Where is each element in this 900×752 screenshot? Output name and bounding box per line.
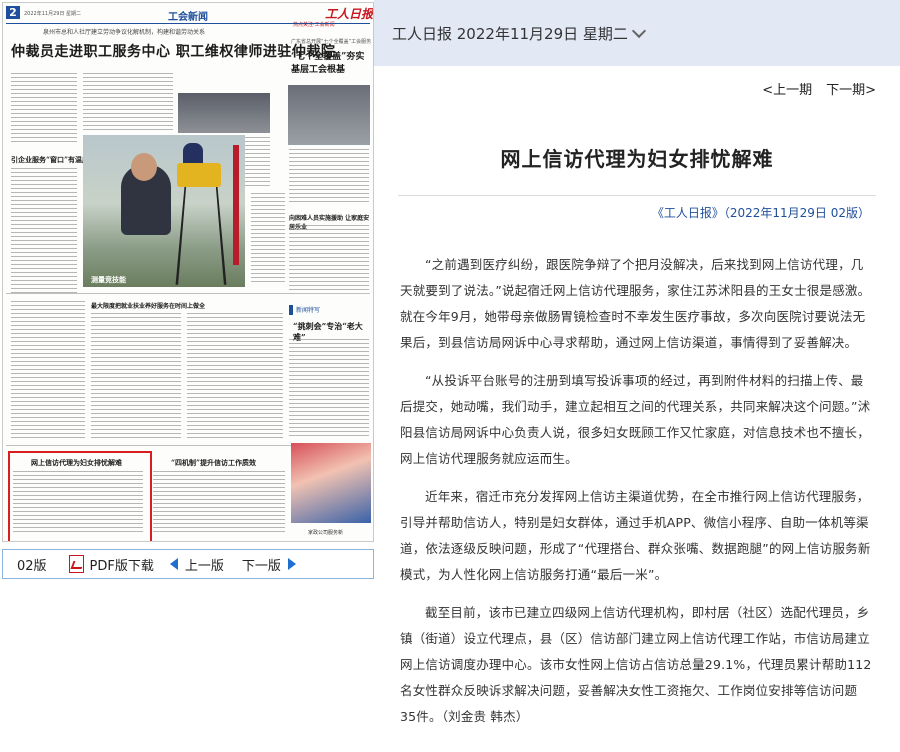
issue-navigation: <上一期 下一期> (762, 79, 876, 98)
page-navigation-bar: 02版 PDF版下载 上一版 下一版 (2, 549, 374, 579)
inline-photo (178, 93, 270, 133)
text-column (91, 313, 181, 441)
text-column (187, 313, 283, 441)
story-headline[interactable]: 最大限度把就业扶业养好服务在时间上做全 (91, 301, 205, 310)
divider (6, 293, 370, 294)
text-column (13, 471, 143, 535)
page-top-rule (6, 23, 370, 24)
prev-issue-link[interactable]: <上一期 (762, 83, 812, 98)
issue-label: 工人日报 2022年11月29日 星期二 (392, 25, 628, 43)
photo-red-post (233, 145, 239, 265)
article-panel: 工人日报 2022年11月29日 星期二 <上一期 下一期> 网上信访代理为妇女排… (374, 0, 900, 752)
text-column (153, 471, 285, 535)
story-headline[interactable]: 引企业服务“窗口”有温度 (11, 155, 89, 165)
next-page-link[interactable]: 下一版 (242, 555, 296, 574)
pdf-download-label: PDF版下载 (89, 558, 154, 574)
title-divider (398, 195, 876, 196)
text-column (11, 168, 77, 293)
newspaper-logo: 工人日报 (325, 7, 374, 21)
side-photo (288, 85, 370, 145)
newspaper-panel: 2 2022年11月29日 星期二 工会新闻 工人日报 热点关注·工会新闻 泉州… (0, 0, 374, 752)
text-column (289, 225, 369, 295)
issue-header: 工人日报 2022年11月29日 星期二 (374, 0, 900, 66)
lead-photo[interactable] (83, 135, 245, 287)
pdf-icon (68, 555, 84, 573)
lead-story-kicker: 泉州市总和人社厅建立劳动争议化解机制，构建和谐劳动关系 (43, 29, 206, 36)
article-body: “之前遇到医疗纠纷，跟医院争辩了个把月没解决，后来找到网上信访代理，几天就要到了… (400, 252, 872, 742)
article-paragraph: 截至目前，该市已建立四级网上信访代理机构，即村居（社区）选配代理员，乡镇（街道）… (400, 605, 872, 724)
photo-instrument (177, 163, 221, 187)
text-column (11, 73, 77, 143)
small-photo[interactable] (291, 443, 371, 523)
newspaper-page-image[interactable]: 2 2022年11月29日 星期二 工会新闻 工人日报 热点关注·工会新闻 泉州… (2, 2, 374, 542)
paper-date-line: 2022年11月29日 星期二 (24, 11, 82, 17)
photo-caption: 测量竞技能 (91, 276, 126, 284)
page-number-badge: 2 (6, 6, 20, 19)
side-story-kicker: 广东省总开展“七个全覆盖”工会服务 (291, 39, 372, 45)
prev-page-link[interactable]: 上一版 (169, 555, 224, 574)
article-title: 网上信访代理为妇女排忧解难 (500, 147, 774, 171)
photo-tripod (175, 186, 227, 285)
article-paragraph: “从投诉平台账号的注册到填写投诉事项的经过，再到附件材料的扫描上传、最后提交，她… (400, 373, 871, 466)
text-column (11, 301, 85, 441)
article-source: 《工人日报》（2022年11月29日 02版） (651, 206, 870, 220)
text-column (251, 193, 285, 285)
feature-marker-icon (289, 305, 293, 315)
side-story-headline[interactable]: “七个全覆盖”夯实基层工会根基 (291, 49, 373, 75)
triangle-right-icon (287, 558, 296, 570)
text-column (83, 73, 173, 131)
triangle-left-icon (169, 558, 178, 570)
next-page-label: 下一版 (241, 558, 281, 574)
prev-page-label: 上一版 (184, 558, 224, 574)
small-photo-caption: 家政公司服务新 (308, 530, 344, 536)
selected-article-headline[interactable]: 网上信访代理为妇女排忧解难 (31, 458, 122, 468)
page-label[interactable]: 02版 (17, 555, 47, 574)
photo-person-head (131, 153, 157, 181)
next-issue-link[interactable]: 下一期> (826, 83, 876, 98)
feature-label: 新闻特写 (296, 307, 321, 314)
issue-selector[interactable]: 工人日报 2022年11月29日 星期二 (392, 23, 646, 44)
chevron-down-icon (631, 23, 646, 39)
text-column (289, 339, 369, 439)
story-headline[interactable]: “四机制”提升信访工作质效 (171, 458, 256, 468)
article-paragraph: “之前遇到医疗纠纷，跟医院争辩了个把月没解决，后来找到网上信访代理，几天就要到了… (400, 257, 871, 350)
text-column (289, 149, 369, 203)
paper-section-name: 工会新闻 (168, 12, 208, 23)
lead-story-headline[interactable]: 仲裁员走进职工服务中心 职工维权律师进驻仲裁院 (11, 41, 335, 61)
pdf-download-link[interactable]: PDF版下载 (68, 555, 154, 574)
article-paragraph: 近年来，宿迁市充分发挥网上信访主渠道优势，在全市推行网上信访代理服务，引导并帮助… (400, 489, 871, 582)
